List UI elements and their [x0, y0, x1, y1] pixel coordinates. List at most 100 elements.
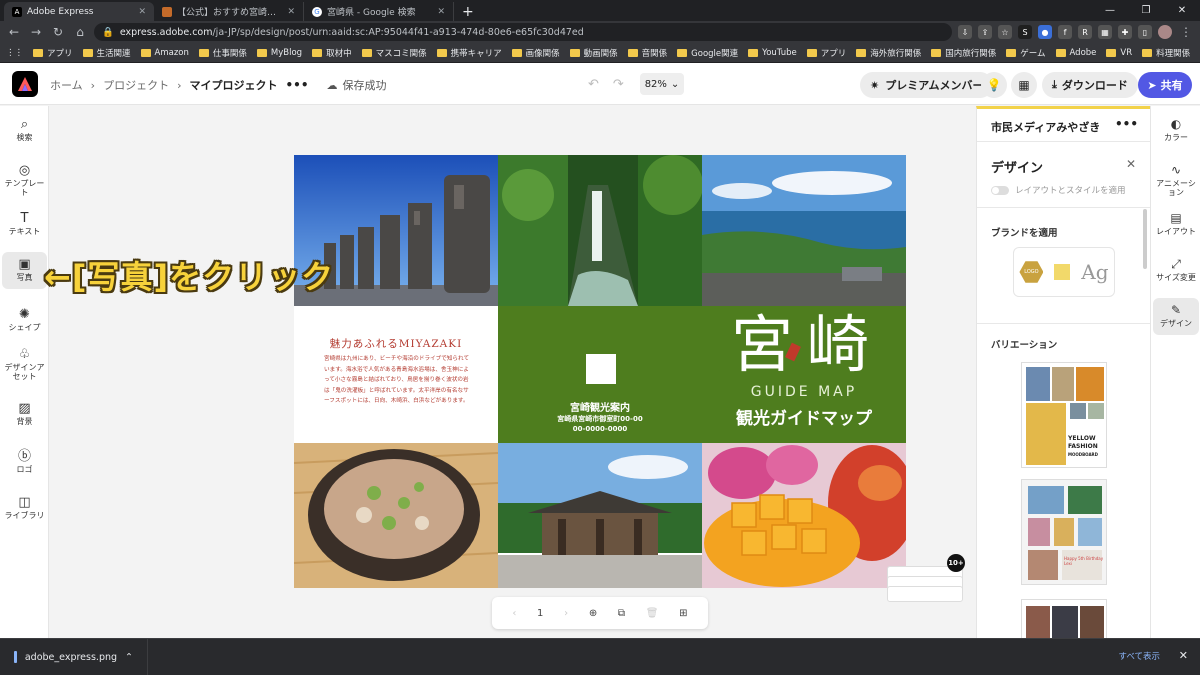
bookmark-item[interactable]: ゲーム — [1006, 47, 1046, 59]
chevron-up-icon[interactable]: ⌃ — [125, 652, 133, 663]
adobe-express-logo[interactable] — [12, 71, 38, 97]
variation-thumb-people[interactable] — [1021, 599, 1107, 638]
pages-stack[interactable]: 10+ — [887, 554, 965, 608]
share-page-icon[interactable]: ⇪ — [978, 25, 992, 39]
bookmark-item[interactable]: Google関連 — [677, 47, 738, 59]
add-page-icon[interactable]: ⊕ — [589, 608, 597, 619]
tab-google-search[interactable]: G 宮崎県 - Google 検索 ✕ — [304, 2, 454, 21]
photo-shrine[interactable] — [498, 443, 702, 588]
bookmark-item[interactable]: 生活関連 — [82, 47, 131, 59]
intro-text-panel[interactable]: 魅力あふれるMIYAZAKI 宮崎県は九州にあり、ビーチや海沿のドライブで知られ… — [294, 306, 498, 443]
bookmark-item[interactable]: 動画関係 — [569, 47, 618, 59]
extension-square-icon[interactable]: ▦ — [1098, 25, 1112, 39]
extension-r-icon[interactable]: R — [1078, 25, 1092, 39]
tab-adobe-express[interactable]: A Adobe Express ✕ — [4, 2, 154, 21]
design-artboard[interactable]: 魅力あふれるMIYAZAKI 宮崎県は九州にあり、ビーチや海沿のドライブで知られ… — [294, 155, 906, 588]
rail-search[interactable]: ⌕ 検索 — [2, 118, 47, 143]
extension-s-icon[interactable]: S — [1018, 25, 1032, 39]
rail-design-asset[interactable]: ♧ デザインアセット — [2, 348, 47, 382]
photo-coast[interactable] — [702, 155, 906, 306]
rail-template[interactable]: ◎ テンプレート — [2, 164, 47, 198]
window-close-icon[interactable]: ✕ — [1164, 0, 1200, 21]
close-shelf-icon[interactable]: ✕ — [1179, 649, 1188, 662]
back-icon[interactable]: ← — [6, 25, 22, 39]
rail-layout[interactable]: ▤ レイアウト — [1153, 211, 1199, 237]
panel-scrollbar[interactable] — [1143, 209, 1147, 269]
rail-background[interactable]: ▨ 背景 — [2, 402, 47, 427]
forward-icon[interactable]: → — [28, 25, 44, 39]
info-green-panel[interactable]: 宮崎観光案内 宮崎県宮崎市御室町00-00 00-0000-0000 — [498, 306, 702, 443]
tab-miyazaki-official[interactable]: 【公式】おすすめ宮崎観光スポット／… ✕ — [154, 2, 304, 21]
reload-icon[interactable]: ↻ — [50, 25, 66, 39]
bookmark-item[interactable]: YouTube — [748, 48, 797, 58]
brand-more-button[interactable]: ••• — [1115, 117, 1138, 131]
crumb-home[interactable]: ホーム — [50, 77, 83, 93]
bookmark-item[interactable]: Amazon — [140, 48, 189, 58]
bookmark-item[interactable]: 携帯キャリア — [436, 47, 502, 59]
next-page-icon[interactable]: › — [564, 608, 568, 619]
rail-text[interactable]: T テキスト — [2, 212, 47, 237]
schedule-button[interactable]: ▦ — [1011, 72, 1037, 98]
bookmark-item[interactable]: アプリ — [806, 47, 846, 59]
bookmark-item[interactable]: 仕事関係 — [198, 47, 247, 59]
premium-member-button[interactable]: ✷ プレミアムメンバー — [860, 72, 994, 98]
bookmark-item[interactable]: マスコミ関係 — [361, 47, 427, 59]
install-icon[interactable]: ⇩ — [958, 25, 972, 39]
new-tab-button[interactable]: + — [454, 2, 482, 21]
restore-icon[interactable]: ❐ — [1128, 0, 1164, 21]
bookmark-item[interactable]: 国内旅行関係 — [931, 47, 996, 59]
bookmark-item[interactable]: 取材中 — [312, 47, 352, 59]
hint-button[interactable]: 💡 — [981, 72, 1007, 98]
apply-layout-toggle[interactable] — [991, 186, 1009, 195]
extensions-puzzle-icon[interactable]: ✚ — [1118, 25, 1132, 39]
rail-logo[interactable]: ⓑ ロゴ — [2, 450, 47, 475]
duplicate-page-icon[interactable]: ⧉ — [618, 608, 625, 619]
extension-blue-icon[interactable]: ● — [1038, 25, 1052, 39]
rail-design[interactable]: ✎ デザイン — [1153, 298, 1199, 335]
close-icon[interactable]: ✕ — [437, 7, 445, 17]
download-button[interactable]: ⤓ ダウンロード — [1042, 72, 1138, 98]
crumb-projects[interactable]: プロジェクト — [103, 77, 169, 93]
sidepanel-icon[interactable]: ▯ — [1138, 25, 1152, 39]
zoom-select[interactable]: 82% ⌄ — [640, 73, 684, 95]
photo-food-bowl[interactable] — [294, 443, 498, 588]
photo-waterfall[interactable] — [498, 155, 702, 306]
crumb-my-projects[interactable]: マイプロジェクト — [189, 77, 277, 93]
extension-f-icon[interactable]: f — [1058, 25, 1072, 39]
bookmark-item[interactable]: MyBlog — [256, 48, 302, 58]
home-icon[interactable]: ⌂ — [72, 25, 88, 39]
share-button[interactable]: ➤ 共有 — [1138, 72, 1192, 98]
close-icon[interactable]: ✕ — [138, 7, 146, 17]
variation-thumb-birthday[interactable]: Happy 5th Birthday Lexi — [1021, 479, 1107, 585]
bookmark-star-icon[interactable]: ☆ — [998, 25, 1012, 39]
bookmark-item[interactable]: VR — [1106, 48, 1132, 58]
apps-grid-icon[interactable]: ⋮⋮ — [6, 48, 23, 58]
close-icon[interactable]: ✕ — [1126, 157, 1136, 171]
redo-icon[interactable]: ↷ — [613, 77, 624, 92]
variation-thumb-fashion[interactable]: YELLOW FASHION MOODBOARD — [1021, 362, 1107, 468]
browser-menu-icon[interactable]: ⋮ — [1178, 25, 1194, 39]
bookmark-item[interactable]: 音関係 — [627, 47, 667, 59]
brand-kit-card[interactable]: LOGO Ag — [1013, 247, 1115, 297]
minimize-icon[interactable]: — — [1092, 0, 1128, 21]
rail-library[interactable]: ◫ ライブラリ — [2, 496, 47, 521]
rail-resize[interactable]: ⤢ サイズ変更 — [1153, 257, 1199, 283]
rail-shape[interactable]: ✺ シェイプ — [2, 308, 47, 333]
rail-color[interactable]: ◐ カラー — [1153, 117, 1199, 143]
address-bar[interactable]: 🔒 express.adobe.com/ja-JP/sp/design/post… — [94, 23, 952, 41]
close-icon[interactable]: ✕ — [287, 7, 295, 17]
grid-view-icon[interactable]: ⊞ — [679, 608, 687, 619]
bookmark-item[interactable]: 料理関係 — [1142, 47, 1190, 59]
bookmark-item[interactable]: 海外旅行関係 — [856, 47, 921, 59]
undo-icon[interactable]: ↶ — [588, 77, 599, 92]
show-all-downloads-link[interactable]: すべて表示 — [1118, 650, 1160, 662]
rail-animation[interactable]: ∿ アニメーション — [1153, 163, 1199, 198]
bookmark-item[interactable]: 画像関係 — [511, 47, 560, 59]
title-green-panel[interactable]: 宮崎 GUIDE MAP 観光ガイドマップ — [702, 306, 906, 443]
prev-page-icon[interactable]: ‹ — [512, 608, 516, 619]
bookmark-item[interactable]: アプリ — [33, 47, 73, 59]
delete-page-icon[interactable]: 🗑 — [646, 608, 659, 619]
more-options-button[interactable]: ••• — [285, 78, 308, 92]
bookmark-item[interactable]: Adobe — [1055, 48, 1096, 58]
brand-name[interactable]: 市民メディアみやざき — [991, 119, 1100, 135]
